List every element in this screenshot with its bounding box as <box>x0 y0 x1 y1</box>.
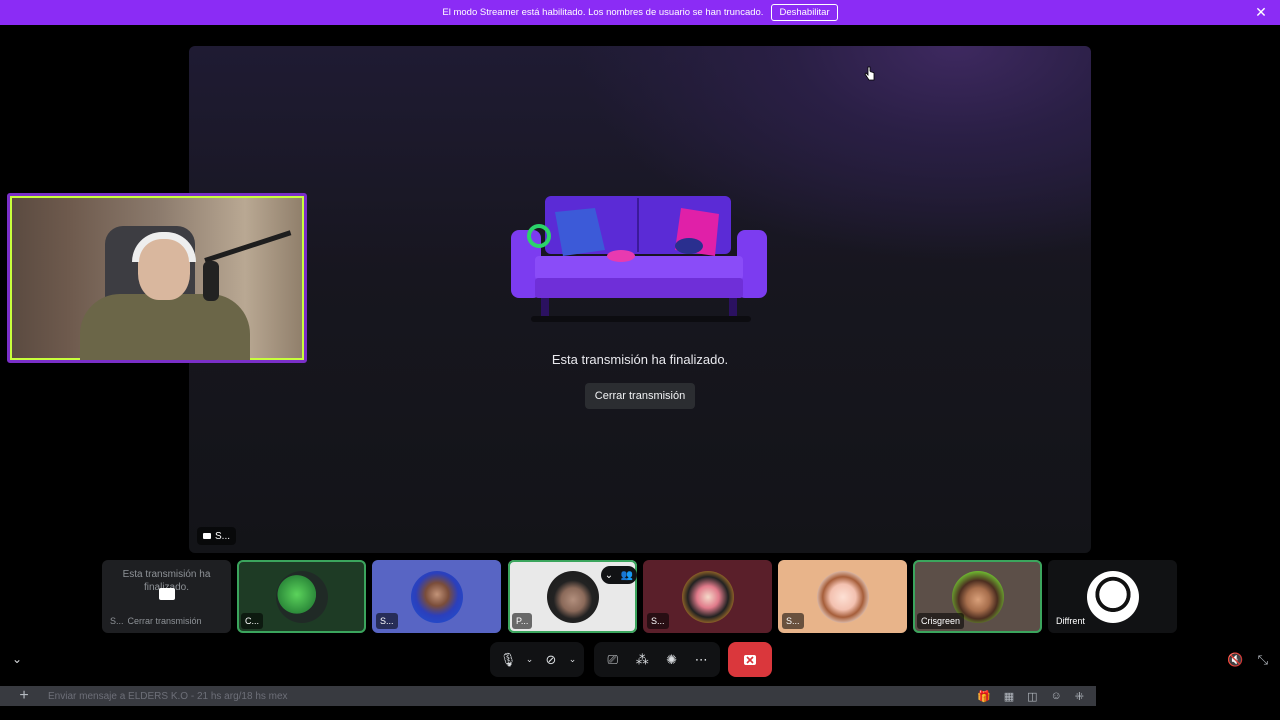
soundboard-icon[interactable]: ✺ <box>659 647 685 673</box>
avatar <box>410 570 463 623</box>
camera-off-icon[interactable]: ⊘ <box>539 647 563 673</box>
mic-arm <box>204 230 292 263</box>
participant-tile-stream[interactable]: Esta transmisión ha finalizado. S... Cer… <box>102 560 231 633</box>
participant-tile[interactable]: S... <box>643 560 772 633</box>
chevron-down-icon[interactable]: ⌄ <box>524 647 535 673</box>
chat-input[interactable]: Enviar mensaje a ELDERS K.O - 21 hs arg/… <box>48 691 977 702</box>
disconnect-button[interactable] <box>728 642 772 677</box>
chevron-down-icon[interactable]: ⌄ <box>605 570 613 581</box>
gif-icon[interactable]: ▦ <box>1004 690 1014 703</box>
sticker-icon[interactable]: ◫ <box>1027 690 1037 703</box>
more-options-icon[interactable]: ⋯ <box>689 647 715 673</box>
collapse-chevron-icon[interactable]: ⌄ <box>12 652 22 666</box>
add-attachment-icon[interactable]: + <box>0 687 48 705</box>
close-stream-button[interactable]: Cerrar transmisión <box>585 383 695 409</box>
tile-label: C... <box>241 613 264 629</box>
avatar <box>546 570 599 623</box>
participant-tile[interactable]: C... <box>237 560 366 633</box>
tile-label: S... <box>376 613 398 629</box>
chat-input-bar: + Enviar mensaje a ELDERS K.O - 21 hs ar… <box>0 686 1096 706</box>
tile-label: Crisgreen <box>917 613 965 629</box>
microphone-icon[interactable]: 🎙 <box>496 647 520 673</box>
participant-tile[interactable]: Crisgreen <box>913 560 1042 633</box>
emoji-icon[interactable]: ☺ <box>1051 690 1062 703</box>
participant-tile[interactable]: P... ⌄ 👥 <box>508 560 637 633</box>
avatar <box>1086 570 1139 623</box>
activity-group: ⎚ ⁂ ✺ ⋯ <box>594 642 720 677</box>
bottom-strip <box>0 706 1280 720</box>
close-icon[interactable]: ✕ <box>1254 5 1268 19</box>
webcam-overlay <box>7 193 307 363</box>
gift-icon[interactable]: 🎁 <box>977 690 991 703</box>
hand-cursor-icon <box>864 66 875 81</box>
stream-owner-label: S... <box>215 530 231 542</box>
tile-label: S... <box>647 613 669 629</box>
participant-tile[interactable]: S... <box>372 560 501 633</box>
tile-close-text: Cerrar transmisión <box>127 616 202 626</box>
monitor-icon <box>159 588 175 600</box>
stream-stage: Esta transmisión ha finalizado. Cerrar t… <box>189 46 1091 553</box>
tile-label: P... <box>512 613 533 629</box>
audio-video-group: 🎙 ⌄ ⊘ ⌄ <box>490 642 584 677</box>
tile-label: Diffrent <box>1056 616 1085 626</box>
avatar <box>275 570 328 623</box>
right-controls: 🔇 ⤡ <box>1227 652 1268 668</box>
exit-fullscreen-icon[interactable]: ⤡ <box>1258 652 1268 668</box>
monitor-icon <box>203 533 211 539</box>
banner-message: El modo Streamer está habilitado. Los no… <box>442 7 764 18</box>
stream-owner-tag: S... <box>197 527 237 545</box>
participant-tile[interactable]: Diffrent <box>1048 560 1177 633</box>
chat-input-icons: 🎁 ▦ ◫ ☺ ⁜ <box>977 690 1096 703</box>
person-body <box>80 294 250 360</box>
participant-tiles: Esta transmisión ha finalizado. S... Cer… <box>102 560 1178 633</box>
chevron-down-icon[interactable]: ⌄ <box>567 647 578 673</box>
microphone <box>203 261 219 301</box>
stream-ended-message: Esta transmisión ha finalizado. <box>551 352 729 367</box>
apps-icon[interactable]: ⁜ <box>1075 690 1084 703</box>
activities-icon[interactable]: ⁂ <box>630 647 656 673</box>
end-call-icon <box>744 654 756 665</box>
tile-owner-label: S... <box>110 616 124 626</box>
screen-share-icon[interactable]: ⎚ <box>600 647 626 673</box>
avatar <box>681 570 734 623</box>
users-icon[interactable]: 👥 <box>621 570 633 581</box>
streamer-mode-banner: El modo Streamer está habilitado. Los no… <box>0 0 1280 25</box>
participant-tile[interactable]: S... <box>778 560 907 633</box>
tile-label: S... Cerrar transmisión <box>106 613 206 629</box>
tile-label: S... <box>782 613 804 629</box>
avatar <box>816 570 869 623</box>
couch-illustration <box>511 196 767 322</box>
deafen-icon[interactable]: 🔇 <box>1227 652 1243 668</box>
tile-options[interactable]: ⌄ 👥 <box>601 566 637 584</box>
disable-streamer-mode-button[interactable]: Deshabilitar <box>771 4 838 21</box>
